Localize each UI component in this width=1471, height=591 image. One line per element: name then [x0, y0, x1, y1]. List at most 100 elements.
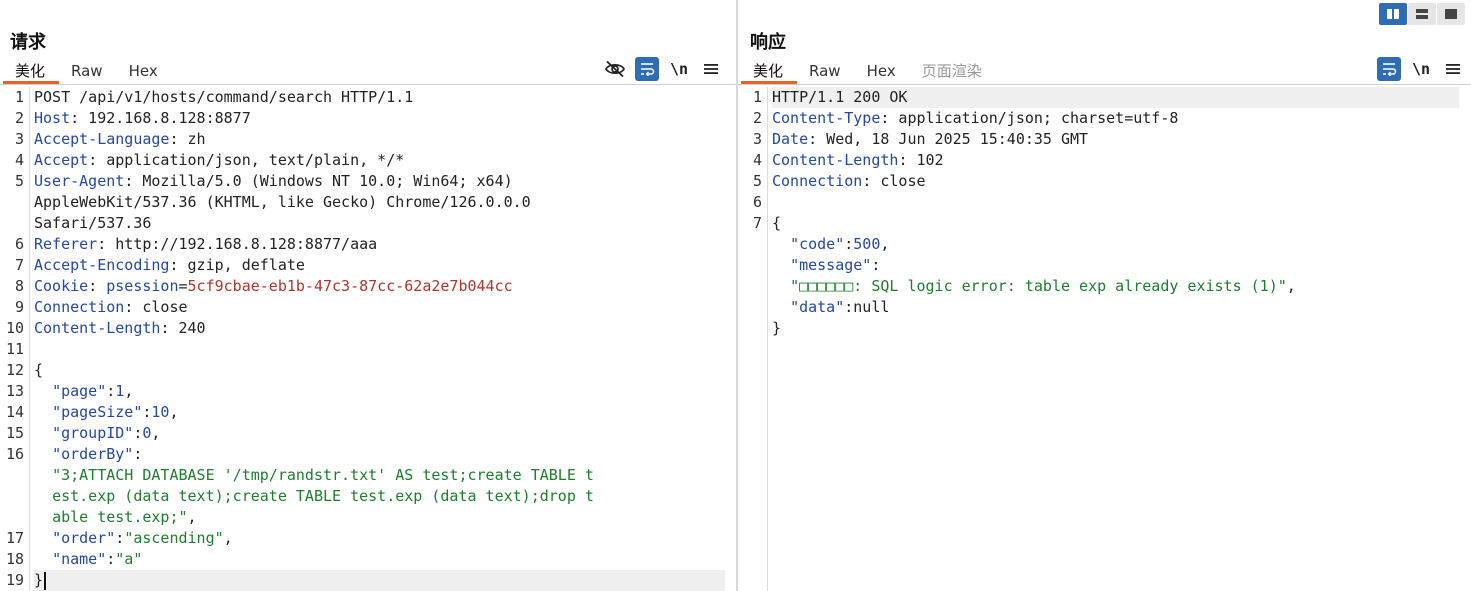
response-code-line: 1 HTTP/1.1 200 OK	[753, 87, 1459, 108]
code-token: : gzip, deflate	[169, 256, 305, 274]
line-text: Cookie: psession=5cf9cbae-eb1b-47c3-87cc…	[34, 277, 513, 295]
single-pane-icon[interactable]	[1437, 3, 1465, 25]
code-token: ,	[223, 529, 233, 547]
request-code-line: 17 "order":"ascending",	[6, 528, 725, 549]
code-token: : Wed, 18 Jun 2025 15:40:35 GMT	[808, 130, 1089, 148]
response-editor[interactable]: 1 HTTP/1.1 200 OK 2 Content-Type: applicati…	[738, 87, 1471, 591]
response-code-line: 4 Content-Length: 102	[753, 150, 1459, 171]
request-code-line: 12 {	[6, 360, 725, 381]
request-tab-pretty[interactable]: 美化	[3, 58, 60, 84]
response-tab-hex[interactable]: Hex	[855, 58, 910, 84]
line-number: 16	[5, 445, 24, 463]
code-token: }	[34, 571, 44, 589]
code-token: :	[844, 235, 854, 253]
request-code-line: 13 "page":1,	[6, 381, 725, 402]
response-toolbar: \n	[1377, 57, 1465, 81]
line-number: 8	[14, 277, 24, 295]
line-text: Accept: application/json, text/plain, */…	[34, 151, 404, 169]
response-tabs: 美化 Raw Hex 页面渲染	[741, 58, 996, 84]
code-token: "message"	[790, 256, 872, 274]
request-toolbar: \n	[603, 57, 723, 81]
line-number: 13	[5, 382, 24, 400]
eye-off-icon[interactable]	[603, 57, 627, 81]
line-number: 11	[5, 340, 24, 358]
code-token: "page"	[52, 382, 107, 400]
code-token: : 102	[898, 151, 944, 169]
code-token: HTTP/1.1 200 OK	[772, 88, 908, 106]
line-number: 9	[14, 298, 24, 316]
request-tab-hex[interactable]: Hex	[117, 58, 172, 84]
code-token: : close	[124, 298, 188, 316]
split-vertical-icon[interactable]	[1408, 3, 1436, 25]
line-text: "3;ATTACH DATABASE '/tmp/randstr.txt' AS…	[34, 466, 594, 484]
code-token: }	[772, 319, 782, 337]
code-token: User-Agent	[34, 172, 125, 190]
code-token: {	[34, 361, 44, 379]
code-token: 10	[151, 403, 170, 421]
code-token: 1	[115, 382, 125, 400]
line-number: 18	[5, 550, 24, 568]
word-wrap-icon[interactable]	[635, 57, 659, 81]
request-editor[interactable]: 1 POST /api/v1/hosts/command/search HTTP/…	[0, 87, 737, 591]
code-token: ,	[187, 508, 197, 526]
word-wrap-icon[interactable]	[1377, 57, 1401, 81]
code-token: : close	[862, 172, 926, 190]
line-text: }	[34, 571, 47, 590]
show-newlines-button[interactable]: \n	[1409, 57, 1433, 81]
line-text: Safari/537.36	[34, 214, 151, 232]
hamburger-menu-icon[interactable]	[1441, 57, 1465, 81]
text-cursor	[44, 571, 47, 590]
code-token: : application/json, text/plain, */*	[88, 151, 405, 169]
line-number: 19	[5, 571, 24, 589]
hamburger-menu-icon[interactable]	[699, 57, 723, 81]
line-text: Content-Length: 240	[34, 319, 206, 337]
line-text: Host: 192.168.8.128:8877	[34, 109, 251, 127]
line-number: 10	[5, 319, 24, 337]
line-text: {	[772, 214, 781, 232]
line-text: "orderBy":	[34, 445, 142, 463]
response-tab-divider	[738, 84, 1471, 85]
layout-view-switcher	[1379, 3, 1465, 25]
code-token: Referer	[34, 235, 98, 253]
line-text: Content-Type: application/json; charset=…	[772, 109, 1178, 127]
request-code-line: 19}	[6, 570, 725, 591]
code-token: =	[178, 277, 188, 295]
code-token: "data"	[790, 298, 845, 316]
response-code-line: 6	[753, 192, 1459, 213]
response-title: 响应	[750, 32, 786, 53]
request-code-line: 15 "groupID":0,	[6, 423, 725, 444]
code-token: : application/json; charset=utf-8	[880, 109, 1179, 127]
line-number: 4	[14, 151, 24, 169]
code-token: : Mozilla/5.0 (Windows NT 10.0; Win64; x…	[124, 172, 513, 190]
code-token: : zh	[169, 130, 206, 148]
request-tab-raw[interactable]: Raw	[59, 58, 117, 84]
response-code-line: 3 Date: Wed, 18 Jun 2025 15:40:35 GMT	[753, 129, 1459, 150]
line-text: "order":"ascending",	[34, 529, 233, 547]
code-token: "code"	[790, 235, 845, 253]
response-tab-render[interactable]: 页面渲染	[910, 58, 996, 84]
line-text: {	[34, 361, 43, 379]
line-text: "□□□□□□: SQL logic error: table exp alre…	[772, 277, 1296, 295]
line-number: 6	[752, 193, 762, 211]
code-token: Connection	[34, 298, 125, 316]
split-horizontal-icon[interactable]	[1379, 3, 1407, 25]
line-text: "data":null	[772, 298, 889, 316]
code-token: ,	[1286, 277, 1296, 295]
code-token: : 240	[160, 319, 206, 337]
response-tab-raw[interactable]: Raw	[797, 58, 855, 84]
request-title: 请求	[10, 32, 46, 53]
code-token: able test.exp;"	[52, 508, 188, 526]
code-token: "pageSize"	[52, 403, 143, 421]
line-number: 12	[5, 361, 24, 379]
request-code-line: 1 POST /api/v1/hosts/command/search HTTP/…	[15, 87, 725, 108]
request-code-line: 11	[6, 339, 725, 360]
code-token: 500	[853, 235, 881, 253]
show-newlines-button[interactable]: \n	[667, 57, 691, 81]
line-text: AppleWebKit/537.36 (KHTML, like Gecko) C…	[34, 193, 531, 211]
response-tab-pretty[interactable]: 美化	[741, 58, 798, 84]
